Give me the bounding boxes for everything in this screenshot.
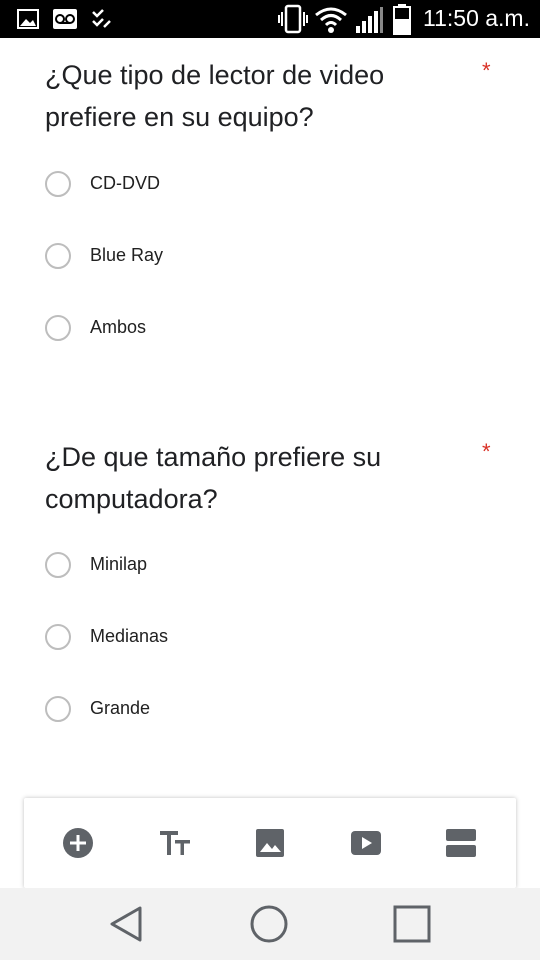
title-text-icon xyxy=(160,831,190,855)
image-icon xyxy=(256,829,284,857)
status-bar: 11:50 a.m. xyxy=(0,0,540,38)
radio-button[interactable] xyxy=(45,315,71,341)
option-label: Medianas xyxy=(90,626,169,646)
image-icon xyxy=(17,9,39,29)
checklist-icon xyxy=(92,9,111,28)
navigation-bar xyxy=(0,888,540,960)
option-label: CD-DVD xyxy=(90,173,160,193)
option-cd-dvd[interactable]: CD-DVD xyxy=(45,171,345,203)
option-blue-ray[interactable]: Blue Ray xyxy=(45,243,345,275)
question-title: ¿Que tipo de lector de video prefiere en… xyxy=(45,60,385,132)
add-title-button[interactable] xyxy=(154,822,196,864)
add-image-button[interactable] xyxy=(249,822,291,864)
option-label: Blue Ray xyxy=(90,245,164,265)
video-icon xyxy=(351,831,381,855)
status-time: 11:50 a.m. xyxy=(423,5,530,31)
required-asterisk: * xyxy=(482,58,491,83)
section-icon xyxy=(446,829,476,857)
option-label: Ambos xyxy=(90,317,147,337)
back-icon[interactable] xyxy=(106,904,146,944)
home-icon[interactable] xyxy=(249,904,289,944)
add-question-icon xyxy=(63,828,93,858)
signal-icon xyxy=(356,7,383,33)
radio-button[interactable] xyxy=(45,552,71,578)
battery-icon xyxy=(393,4,411,35)
radio-button[interactable] xyxy=(45,171,71,197)
option-label: Grande xyxy=(90,698,151,718)
option-ambos[interactable]: Ambos xyxy=(45,315,345,347)
radio-button[interactable] xyxy=(45,243,71,269)
option-grande[interactable]: Grande xyxy=(45,696,345,728)
form-toolbar xyxy=(24,798,516,888)
add-question-button[interactable] xyxy=(57,822,99,864)
option-medianas[interactable]: Medianas xyxy=(45,624,345,656)
add-video-button[interactable] xyxy=(345,822,387,864)
question-title: ¿De que tamaño prefiere su computadora? xyxy=(45,442,382,514)
recents-icon[interactable] xyxy=(392,904,432,944)
voicemail-icon xyxy=(53,9,77,29)
add-section-button[interactable] xyxy=(440,822,482,864)
option-minilap[interactable]: Minilap xyxy=(45,552,345,584)
vibrate-icon xyxy=(278,4,308,34)
radio-button[interactable] xyxy=(45,696,71,722)
option-label: Minilap xyxy=(90,554,148,574)
wifi-icon xyxy=(315,7,347,33)
required-asterisk: * xyxy=(482,439,491,464)
radio-button[interactable] xyxy=(45,624,71,650)
